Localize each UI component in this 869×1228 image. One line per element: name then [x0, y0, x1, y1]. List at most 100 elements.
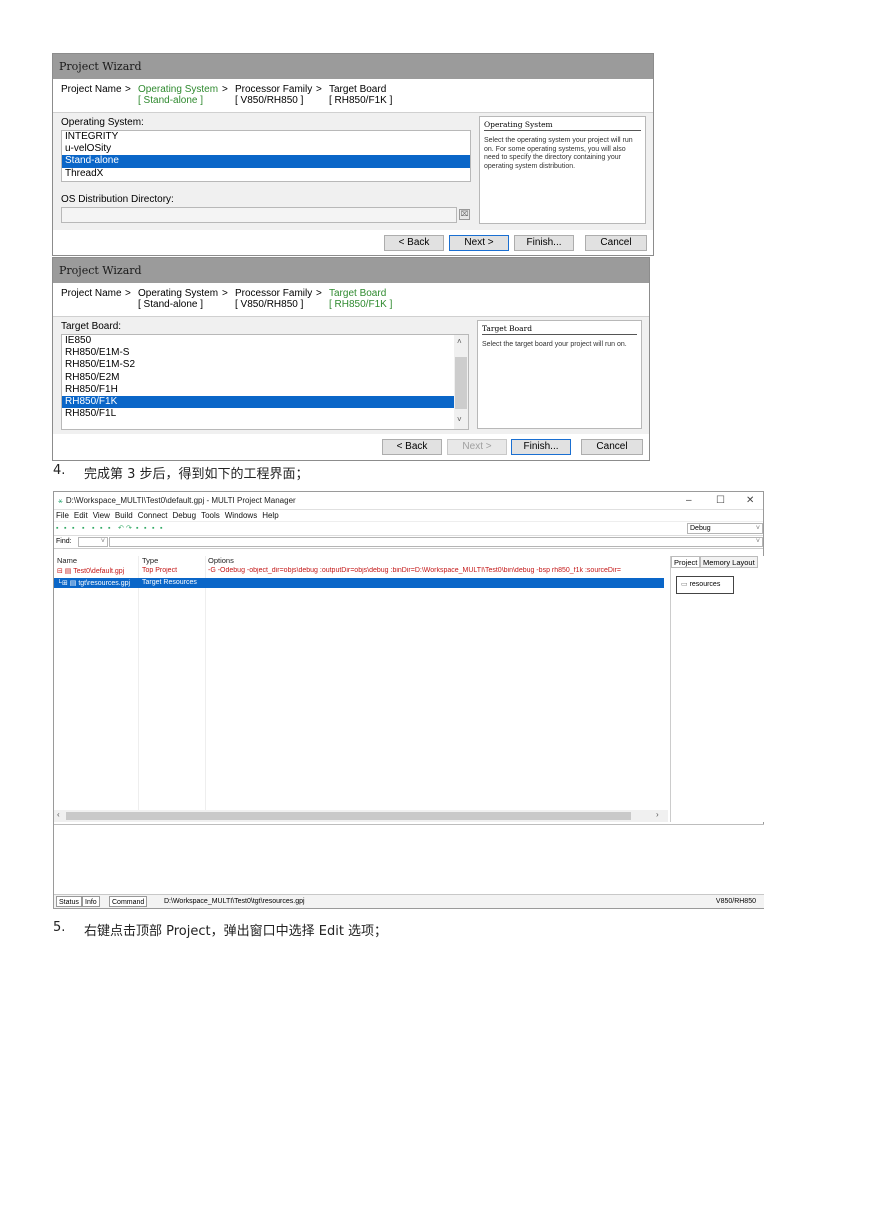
build-config-select[interactable]: Debug ˅	[687, 523, 763, 534]
list-item[interactable]: RH850/F1L	[62, 408, 468, 420]
cancel-button[interactable]: Cancel	[585, 235, 647, 251]
find-bar: Find: ˅ ˅	[54, 536, 763, 549]
step-5-text: 右键点击顶部 Project，弹出窗口中选择 Edit 选项；	[84, 924, 388, 939]
build-config-value: Debug	[690, 525, 711, 532]
wizard-title: Project Wizard	[53, 258, 649, 283]
maximize-icon[interactable]: ☐	[716, 492, 725, 510]
list-item[interactable]: RH850/E2M	[62, 372, 468, 384]
list-item[interactable]: Stand-alone	[62, 155, 470, 168]
scroll-down-icon[interactable]: ˅	[457, 415, 462, 424]
finish-button[interactable]: Finish...	[511, 439, 571, 455]
row-type: Target Resources	[142, 579, 197, 586]
crumb-sep: >	[222, 84, 228, 95]
find-input[interactable]: ˅	[109, 537, 763, 547]
open-icon[interactable]: ▪	[64, 525, 71, 532]
cancel-button[interactable]: Cancel	[581, 439, 643, 455]
resources-label: resources	[689, 581, 721, 588]
redo-icon[interactable]: ↷	[126, 525, 133, 532]
crumb-sep: >	[125, 288, 131, 299]
board-list-scrollbar[interactable]: ˄ ˅	[454, 335, 468, 429]
find-type-select[interactable]: ˅	[78, 537, 108, 547]
window-title: D:\Workspace_MULTI\Test0\default.gpj - M…	[65, 496, 296, 505]
close-icon[interactable]: ✕	[746, 492, 754, 510]
crumb-project-name: Project Name	[61, 84, 122, 95]
build-icon[interactable]: ▪	[92, 525, 99, 532]
tab-info[interactable]: Info	[82, 896, 100, 907]
column-header-name[interactable]: Name	[57, 556, 77, 565]
list-item[interactable]: RH850/E1M-S	[62, 347, 468, 359]
settings-icon[interactable]: ▪	[160, 525, 167, 532]
list-item[interactable]: RH850/F1K	[62, 395, 468, 409]
menu-item[interactable]: Connect	[138, 511, 168, 520]
table-row-selected[interactable]: └⊞ ▤ tgt\resources.gpj Target Resources	[54, 578, 664, 588]
menu-item[interactable]: File	[56, 511, 69, 520]
crumb-pf-value: [ V850/RH850 ]	[235, 95, 304, 106]
help-panel: Target Board Select the target board you…	[477, 320, 642, 429]
crumb-sep: >	[222, 288, 228, 299]
undo-icon[interactable]: ↶	[118, 525, 125, 532]
project-tree-grid: Name Type Options ⊟ ▤ Test0\default.gpj …	[54, 556, 664, 810]
next-button: Next >	[447, 439, 507, 455]
column-divider	[138, 556, 139, 810]
column-header-type[interactable]: Type	[142, 556, 158, 565]
column-header-options[interactable]: Options	[208, 556, 234, 565]
connect-icon[interactable]: ▪	[144, 525, 151, 532]
paste-icon[interactable]: ▪	[108, 525, 115, 532]
flash-icon[interactable]: ▪	[152, 525, 159, 532]
crumb-sep: >	[125, 84, 131, 95]
step-4-number: 4.	[53, 463, 66, 478]
os-listbox[interactable]: INTEGRITY u-velOSity Stand-alone ThreadX	[61, 130, 471, 182]
resources-icon: ▭	[681, 581, 688, 588]
os-dir-input[interactable]	[61, 207, 457, 223]
resources-button[interactable]: ▭ resources	[676, 576, 734, 594]
tab-status[interactable]: Status	[56, 896, 82, 907]
chevron-down-icon: ˅	[100, 538, 105, 545]
list-item[interactable]: ThreadX	[62, 168, 470, 180]
back-button[interactable]: < Back	[382, 439, 442, 455]
tab-memory-layout[interactable]: Memory Layout	[700, 556, 758, 568]
menu-item[interactable]: View	[93, 511, 110, 520]
multi-project-manager-window: ⚹ D:\Workspace_MULTI\Test0\default.gpj - …	[53, 491, 764, 909]
tab-project[interactable]: Project	[671, 556, 701, 568]
scroll-thumb[interactable]	[66, 812, 631, 820]
menu-item[interactable]: Tools	[201, 511, 220, 520]
menu-item[interactable]: Windows	[225, 511, 257, 520]
list-item[interactable]: RH850/F1H	[62, 384, 468, 396]
new-icon[interactable]: ▪	[56, 525, 63, 532]
horizontal-scrollbar[interactable]: ‹ ›	[54, 810, 668, 822]
next-button[interactable]: Next >	[449, 235, 509, 251]
crumb-project-name: Project Name	[61, 288, 122, 299]
crumb-processor-family: Processor Family	[235, 84, 313, 95]
finish-button[interactable]: Finish...	[514, 235, 574, 251]
scroll-up-icon[interactable]: ˄	[457, 337, 462, 346]
row-name: ⊟ ▤ Test0\default.gpj	[57, 568, 125, 575]
list-item[interactable]: INTEGRITY	[62, 131, 470, 143]
menu-item[interactable]: Edit	[74, 511, 88, 520]
scroll-thumb[interactable]	[455, 357, 467, 409]
cut-icon[interactable]: ▪	[100, 525, 107, 532]
list-item[interactable]: IE850	[62, 335, 468, 347]
board-listbox[interactable]: IE850 RH850/E1M-S RH850/E1M-S2 RH850/E2M RH8…	[61, 334, 469, 430]
save-icon[interactable]: ▪	[72, 525, 79, 532]
minimize-icon[interactable]: –	[686, 492, 692, 510]
back-button[interactable]: < Back	[384, 235, 444, 251]
debug-icon[interactable]: ▪	[136, 525, 143, 532]
help-text: Select the target board your project wil…	[482, 341, 627, 348]
menu-item[interactable]: Debug	[172, 511, 196, 520]
help-title: Target Board	[482, 324, 637, 335]
scroll-left-icon[interactable]: ‹	[57, 810, 60, 819]
scroll-right-icon[interactable]: ›	[656, 810, 659, 819]
tab-command[interactable]: Command	[109, 896, 148, 907]
crumb-processor-family: Processor Family	[235, 288, 313, 299]
menu-item[interactable]: Help	[262, 511, 278, 520]
find-label: Find:	[56, 538, 72, 545]
copy-icon[interactable]: ▪	[82, 525, 89, 532]
browse-folder-icon[interactable]: ⌧	[459, 209, 470, 220]
list-item[interactable]: u-velOSity	[62, 143, 470, 155]
step-4-text: 完成第 3 步后，得到如下的工程界面；	[84, 467, 309, 482]
list-item[interactable]: RH850/E1M-S2	[62, 359, 468, 371]
menu-item[interactable]: Build	[115, 511, 133, 520]
window-titlebar: ⚹ D:\Workspace_MULTI\Test0\default.gpj - …	[54, 492, 763, 510]
crumb-tb-value: [ RH850/F1K ]	[329, 299, 393, 310]
crumb-os-value: [ Stand-alone ]	[138, 95, 204, 106]
